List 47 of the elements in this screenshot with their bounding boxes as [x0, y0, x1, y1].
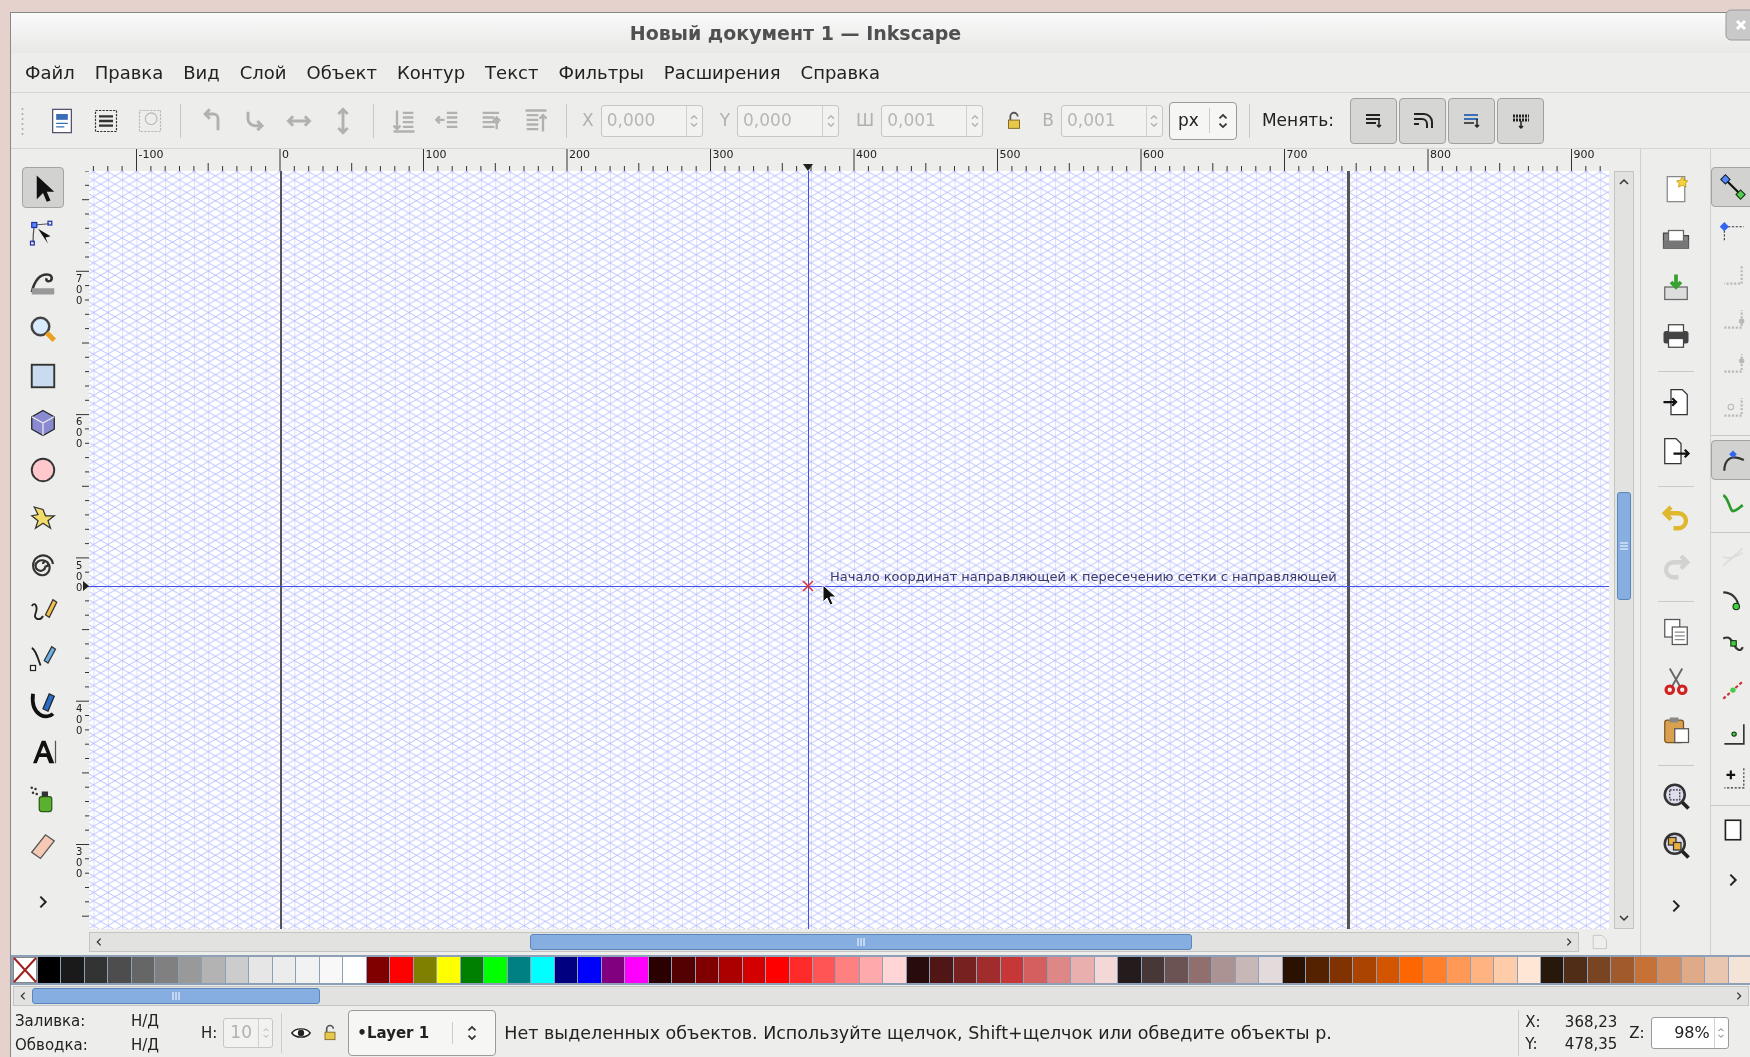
- ruler-label: -100: [138, 149, 164, 161]
- field-label: В: [1042, 108, 1054, 132]
- menu-item[interactable]: Фильтры: [548, 59, 654, 86]
- ruler-label: 700: [1286, 149, 1308, 161]
- zoom-field[interactable]: 98%: [1650, 1017, 1729, 1049]
- fill-label: Заливка:: [15, 1010, 87, 1032]
- scale-label: Менять:: [1261, 108, 1335, 132]
- y-coordinate: 478,35: [1563, 1034, 1618, 1055]
- field-label: Ш: [856, 108, 875, 132]
- stroke-value: Н/Д: [131, 1035, 161, 1056]
- unit-dropdown[interactable]: px: [1168, 101, 1237, 140]
- ruler-label: 500: [999, 149, 1021, 161]
- ruler-label: 300: [712, 149, 734, 161]
- ruler-label: 500: [75, 559, 83, 593]
- ruler-label: 700: [75, 273, 83, 306]
- menu-item[interactable]: Правка: [84, 59, 174, 86]
- ruler-label: 600: [1142, 149, 1164, 161]
- status-message: Нет выделенных объектов. Используйте щелчок, Shift+щелчок или обведите объекты р.: [504, 1021, 1333, 1045]
- ruler-label: 900: [1573, 149, 1595, 161]
- menu-item[interactable]: Справка: [790, 59, 890, 86]
- menu-item[interactable]: Файл: [15, 59, 85, 86]
- menu-item[interactable]: Вид: [173, 59, 230, 86]
- field-label: Y: [719, 108, 731, 132]
- ruler-label: 300: [75, 846, 83, 880]
- ruler-label: 600: [75, 416, 83, 450]
- ruler-label: 400: [855, 149, 877, 161]
- field-label: X: [582, 108, 594, 132]
- ruler-label: 200: [568, 149, 590, 161]
- opacity-label: H:: [201, 1022, 218, 1044]
- menu-item[interactable]: Слой: [229, 59, 297, 86]
- fill-value: Н/Д: [131, 1010, 161, 1032]
- ruler-label: 100: [425, 149, 447, 161]
- snap-tooltip-text: Начало координат направляющей к пересечению сетки с направляющей: [829, 568, 1337, 586]
- menu-item[interactable]: Текст: [475, 59, 549, 86]
- x-label: X:: [1525, 1012, 1542, 1033]
- menu-item[interactable]: Объект: [296, 59, 387, 86]
- y-label: Y:: [1525, 1034, 1539, 1055]
- ruler-label: 0: [281, 149, 289, 161]
- ruler-label: 400: [75, 702, 83, 736]
- menu-item[interactable]: Расширения: [653, 59, 791, 86]
- menu-item[interactable]: Контур: [386, 59, 476, 86]
- layer-dropdown[interactable]: •Layer 1: [348, 1010, 497, 1056]
- window-title: Новый документ 1 — Inkscape: [629, 20, 962, 46]
- x-coordinate: 368,23: [1563, 1012, 1618, 1033]
- stroke-label: Обводка:: [15, 1035, 89, 1056]
- zoom-label: Z:: [1629, 1022, 1645, 1044]
- ruler-label: 800: [1429, 149, 1451, 161]
